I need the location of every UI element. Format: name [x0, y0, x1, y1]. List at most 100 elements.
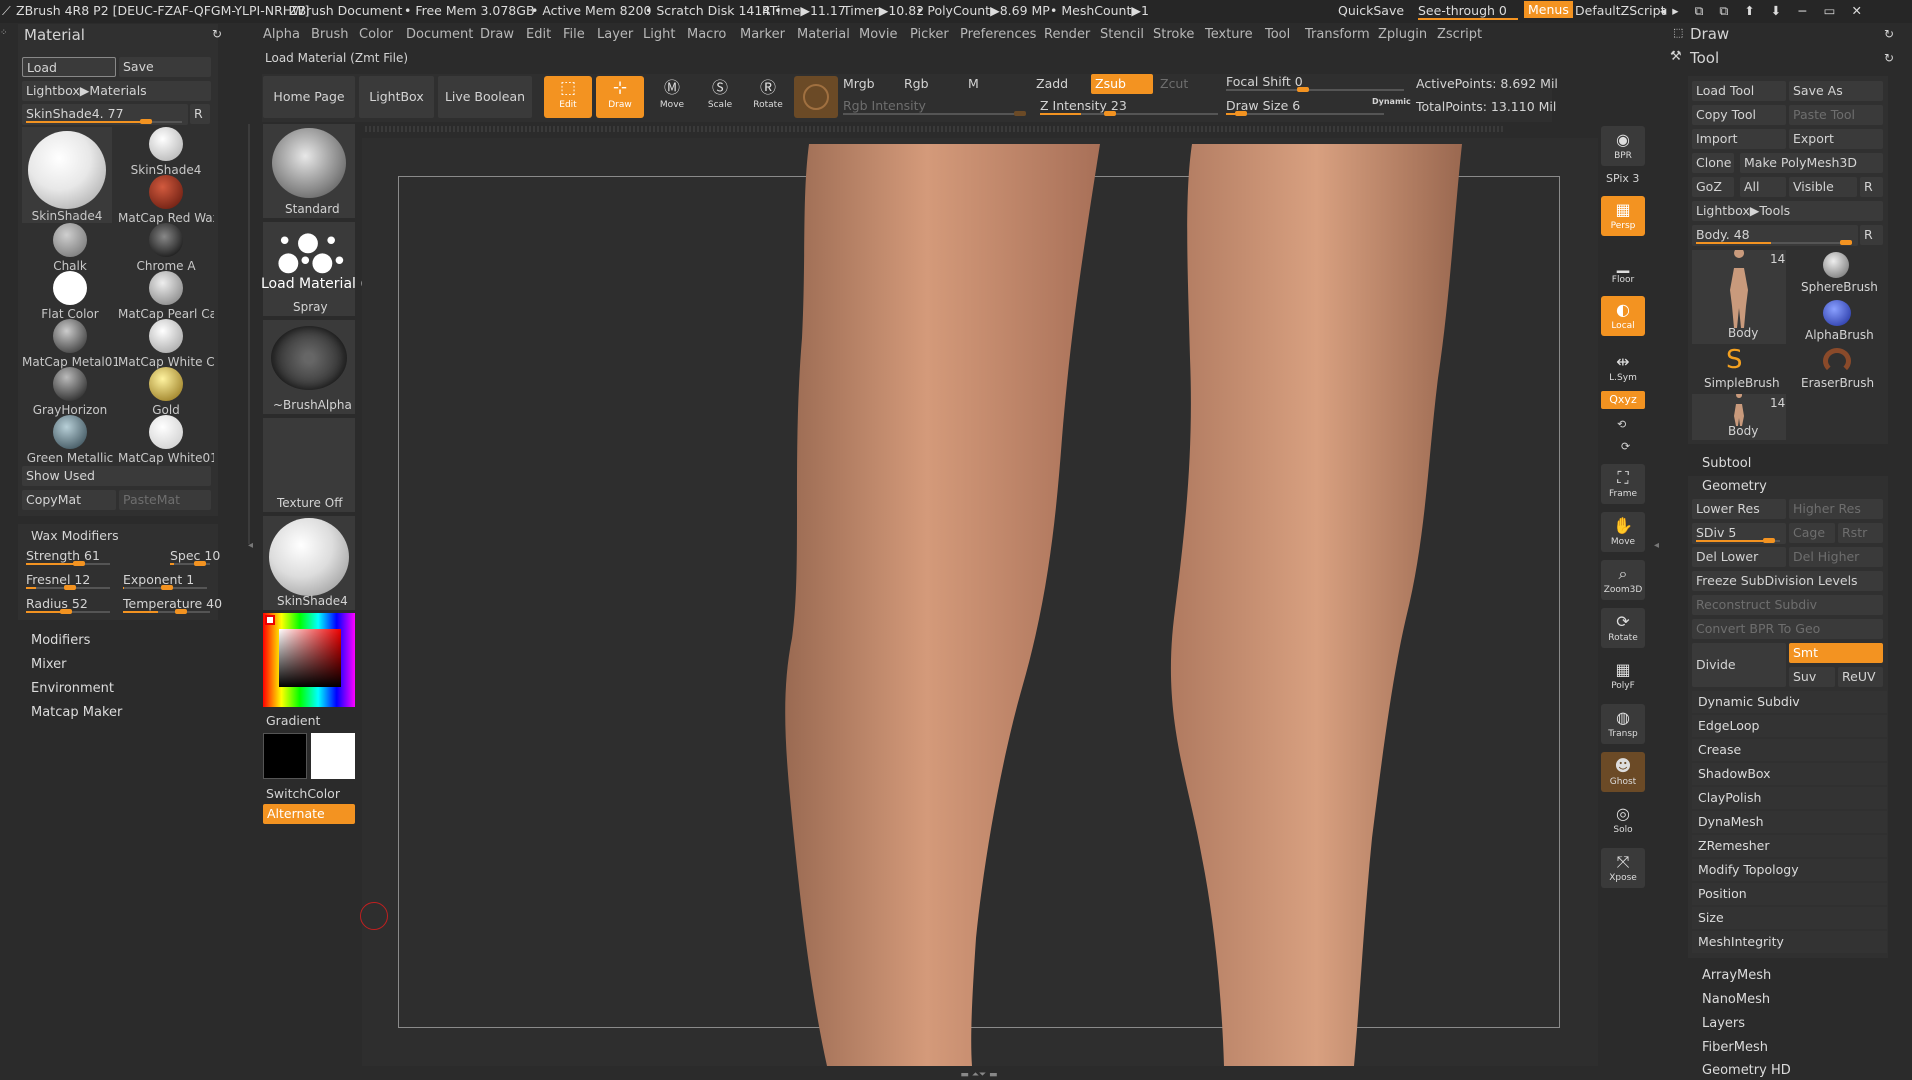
transp-button[interactable]: ◍ Transp: [1601, 704, 1645, 744]
smt-toggle[interactable]: Smt: [1789, 643, 1883, 663]
convert-bpr-button[interactable]: Convert BPR To Geo: [1692, 619, 1883, 639]
load-tool-button[interactable]: Load Tool: [1692, 81, 1786, 101]
clone-button[interactable]: Clone: [1692, 153, 1734, 173]
alternate-button[interactable]: Alternate: [263, 804, 355, 824]
persp-button[interactable]: ▦ Persp: [1601, 196, 1645, 236]
gradient-label[interactable]: Gradient: [266, 713, 320, 728]
material-item[interactable]: Flat Color: [22, 271, 118, 321]
menu-file[interactable]: File: [563, 27, 585, 42]
import-button[interactable]: Import: [1692, 129, 1786, 149]
goz-button[interactable]: GoZ: [1692, 177, 1734, 197]
material-swatch-button[interactable]: [794, 76, 838, 118]
draw-mode-button[interactable]: ⊹ Draw: [596, 76, 644, 118]
menu-stroke[interactable]: Stroke: [1153, 27, 1194, 42]
rotate-z-icon[interactable]: ⟳: [1621, 440, 1630, 453]
zremesher-section[interactable]: ZRemesher: [1692, 835, 1887, 857]
geometry-hd-section[interactable]: Geometry HD: [1702, 1063, 1791, 1078]
wax-spec-slider[interactable]: Spec 10: [166, 546, 220, 567]
draw-palette-icon[interactable]: ⬚: [1673, 26, 1683, 39]
fibermesh-section[interactable]: FiberMesh: [1702, 1040, 1768, 1055]
show-used-button[interactable]: Show Used: [22, 466, 211, 486]
arraymesh-section[interactable]: ArrayMesh: [1702, 968, 1771, 983]
copy-tool-button[interactable]: Copy Tool: [1692, 105, 1786, 125]
lsym-button[interactable]: ⇹ L.Sym: [1601, 348, 1645, 388]
right-dock-arrow[interactable]: ◂: [1654, 540, 1659, 551]
menu-document[interactable]: Document: [406, 27, 473, 42]
menu-texture[interactable]: Texture: [1205, 27, 1253, 42]
reconstruct-subdiv-button[interactable]: Reconstruct Subdiv: [1692, 595, 1883, 615]
xpose-button[interactable]: ⤧ Xpose: [1601, 848, 1645, 888]
modifiers-section[interactable]: Modifiers: [31, 633, 90, 648]
m-button[interactable]: M: [968, 76, 979, 91]
claypolish-section[interactable]: ClayPolish: [1692, 787, 1887, 809]
layers-section[interactable]: Layers: [1702, 1016, 1745, 1031]
wax-temperature-slider[interactable]: Temperature 40: [119, 594, 222, 615]
save-as-button[interactable]: Save As: [1789, 81, 1883, 101]
material-item[interactable]: MatCap White01: [118, 415, 214, 465]
cage-button[interactable]: Cage: [1789, 523, 1835, 543]
menu-color[interactable]: Color: [359, 27, 393, 42]
menu-edit[interactable]: Edit: [526, 27, 551, 42]
rstr-button[interactable]: Rstr: [1838, 523, 1883, 543]
menu-layer[interactable]: Layer: [597, 27, 633, 42]
dynamesh-section[interactable]: DynaMesh: [1692, 811, 1887, 833]
paste-tool-button[interactable]: Paste Tool: [1789, 105, 1883, 125]
move-mode-button[interactable]: Ⓜ Move: [648, 76, 696, 118]
menu-macro[interactable]: Macro: [687, 27, 726, 42]
top-scroll-strip[interactable]: [365, 126, 1505, 132]
material-item[interactable]: SkinShade4: [118, 127, 214, 177]
solo-button[interactable]: ◎ Solo: [1601, 800, 1645, 840]
dynamic-toggle[interactable]: Dynamic: [1372, 97, 1411, 106]
material-item[interactable]: MatCap Red Wax: [118, 175, 214, 225]
tool-thumb-body-2[interactable]: 14 Body: [1692, 394, 1786, 440]
material-item[interactable]: Gold: [118, 367, 214, 417]
nanomesh-section[interactable]: NanoMesh: [1702, 992, 1770, 1007]
zsub-button[interactable]: Zsub: [1091, 74, 1153, 94]
rotate-mode-button[interactable]: Ⓡ Rotate: [744, 76, 792, 118]
wax-exponent-slider[interactable]: Exponent 1: [119, 570, 213, 591]
color-picker[interactable]: [263, 613, 355, 707]
material-item[interactable]: MatCap Pearl Ca: [118, 271, 214, 321]
z-intensity-slider[interactable]: Z Intensity 23: [1036, 96, 1224, 117]
suv-toggle[interactable]: Suv: [1789, 667, 1835, 687]
tool-thumb-eraserbrush[interactable]: EraserBrush: [1789, 346, 1883, 392]
draw-palette-title[interactable]: Draw: [1690, 25, 1729, 43]
canvas[interactable]: [360, 138, 1598, 1066]
menu-tool[interactable]: Tool: [1265, 27, 1290, 42]
menu-movie[interactable]: Movie: [859, 27, 897, 42]
window-icons[interactable]: ◂▸ ⧉ ⧉ ⬆ ⬇ − ▭ ✕: [1660, 3, 1868, 19]
rgb-button[interactable]: Rgb: [904, 76, 929, 91]
del-lower-button[interactable]: Del Lower: [1692, 547, 1786, 567]
shadowbox-section[interactable]: ShadowBox: [1692, 763, 1887, 785]
color-square[interactable]: [279, 629, 341, 687]
environment-section[interactable]: Environment: [31, 681, 114, 696]
tool-thumb-alphabrush[interactable]: AlphaBrush: [1789, 298, 1883, 344]
material-item[interactable]: Chrome A: [118, 223, 214, 273]
tool-thumb-simplebrush[interactable]: S SimpleBrush: [1692, 346, 1786, 392]
frame-button[interactable]: ⛶ Frame: [1601, 464, 1645, 504]
default-zscript[interactable]: DefaultZScript: [1575, 3, 1666, 18]
pastemat-button[interactable]: PasteMat: [119, 490, 211, 510]
matcap-maker-section[interactable]: Matcap Maker: [31, 705, 122, 720]
switchcolor-button[interactable]: SwitchColor: [266, 786, 340, 801]
spix-slider[interactable]: SPix 3: [1606, 172, 1639, 185]
see-through-slider[interactable]: See-through 0: [1418, 3, 1518, 20]
zadd-button[interactable]: Zadd: [1036, 76, 1068, 91]
geometry-section[interactable]: Geometry: [1702, 479, 1767, 494]
subtool-section[interactable]: Subtool: [1702, 456, 1751, 471]
menu-brush[interactable]: Brush: [311, 27, 349, 42]
meshintegrity-section[interactable]: MeshIntegrity: [1692, 931, 1887, 953]
left-dock-arrow[interactable]: ◂: [248, 540, 253, 551]
freeze-subdivision-button[interactable]: Freeze SubDivision Levels: [1692, 571, 1883, 591]
tool-palette-title[interactable]: Tool: [1690, 49, 1719, 67]
rgb-intensity-slider[interactable]: Rgb Intensity: [839, 96, 1031, 117]
menu-material[interactable]: Material: [797, 27, 850, 42]
body-r-button[interactable]: R: [1860, 225, 1883, 245]
modify-topology-section[interactable]: Modify Topology: [1692, 859, 1887, 881]
live-boolean-button[interactable]: Live Boolean: [438, 76, 532, 118]
menu-picker[interactable]: Picker: [910, 27, 949, 42]
menu-zplugin[interactable]: Zplugin: [1378, 27, 1427, 42]
material-slider[interactable]: SkinShade4. 77: [22, 104, 188, 125]
alpha-selector[interactable]: ~BrushAlpha: [263, 320, 355, 414]
tool-refresh-icon[interactable]: ↻: [1884, 51, 1894, 65]
